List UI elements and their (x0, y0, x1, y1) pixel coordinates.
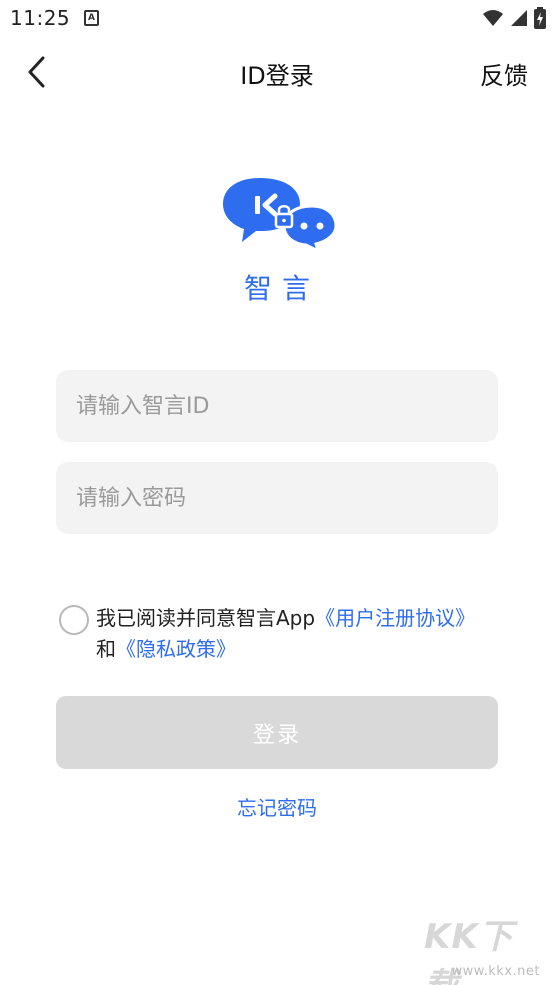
page-title: ID登录 (240, 62, 314, 90)
battery-icon (534, 7, 546, 29)
agreement-conjunction: 和 (96, 637, 116, 661)
watermark-url: www.kkx.net (451, 964, 540, 979)
forgot-password-link[interactable]: 忘记密码 (0, 792, 554, 821)
wifi-icon (483, 10, 503, 26)
chat-bubbles-lock-icon (223, 178, 338, 254)
header-bar: ID登录 反馈 (0, 38, 554, 106)
user-agreement-link[interactable]: 《用户注册协议》 (315, 606, 475, 630)
login-button[interactable]: 登录 (56, 696, 498, 769)
feedback-button[interactable]: 反馈 (480, 56, 528, 91)
agreement-prefix: 我已阅读并同意智言App (96, 606, 316, 630)
signal-icon (511, 10, 527, 26)
status-time: 11:25 (10, 6, 71, 30)
id-input[interactable] (56, 370, 498, 442)
watermark: KK下载 www.kkx.net (424, 909, 544, 985)
privacy-policy-link[interactable]: 《隐私政策》 (116, 637, 236, 661)
status-indicators (482, 7, 546, 29)
app-name: 智言 (243, 272, 320, 305)
status-bar: 11:25 A (0, 0, 554, 38)
password-input[interactable] (56, 462, 498, 534)
agreement-text: 我已阅读并同意智言App《用户注册协议》和《隐私政策》 (96, 603, 476, 665)
notification-app-icon: A (84, 10, 99, 26)
agreement-checkbox[interactable] (59, 605, 89, 635)
